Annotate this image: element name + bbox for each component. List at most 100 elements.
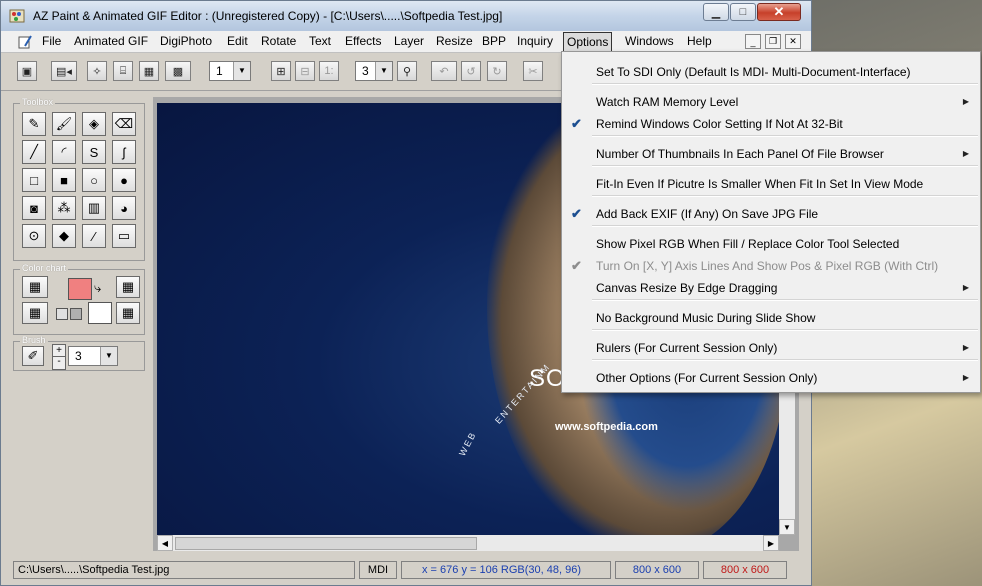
film-strip-icon[interactable]: ▩: [165, 61, 191, 81]
scroll-down-icon[interactable]: ▼: [779, 519, 795, 535]
mini-swatch-icon[interactable]: [70, 308, 82, 320]
brush-icon[interactable]: 🖌: [52, 112, 76, 136]
options-menu-item[interactable]: No Background Music During Slide Show: [563, 307, 979, 329]
filled-ellipse-icon[interactable]: ●: [112, 168, 136, 192]
menu-bpp[interactable]: BPP: [482, 34, 506, 48]
fill-bucket-icon[interactable]: ◈: [82, 112, 106, 136]
menu-text[interactable]: Text: [309, 34, 331, 48]
options-menu-item[interactable]: Fit-In Even If Picutre Is Smaller When F…: [563, 173, 979, 195]
menu-bar: File Animated GIF DigiPhoto Edit Rotate …: [1, 31, 811, 53]
tool-panel: Toolbox ✎ 🖌 ◈ ⌫ ╱ ◜ S ʃ □ ■ ○ ● ◙ ⁂ ▥ ◕ …: [1, 91, 153, 557]
palette-swatches-icon[interactable]: ▦: [22, 276, 48, 298]
status-canvas-size: 800 x 600: [703, 561, 787, 579]
view-mode-icon[interactable]: ▣: [17, 61, 37, 81]
brush-size-select[interactable]: 3 ▼: [68, 346, 118, 366]
title-bar[interactable]: AZ Paint & Animated GIF Editor : (Unregi…: [1, 1, 811, 31]
options-menu-item-label: Turn On [X, Y] Axis Lines And Show Pos &…: [596, 259, 939, 273]
status-coords: x = 676 y = 106 RGB(30, 48, 96): [401, 561, 611, 579]
browser-icon[interactable]: ▤◂: [51, 61, 77, 81]
options-menu-item[interactable]: Number Of Thumbnails In Each Panel Of Fi…: [563, 143, 979, 165]
menu-windows[interactable]: Windows: [625, 34, 674, 48]
options-menu-item[interactable]: Set To SDI Only (Default Is MDI- Multi-D…: [563, 61, 979, 83]
horizontal-scrollbar[interactable]: ◀ ▶: [157, 535, 779, 551]
options-menu-item[interactable]: Rulers (For Current Session Only) ▶: [563, 337, 979, 359]
options-menu-item[interactable]: Show Pixel RGB When Fill / Replace Color…: [563, 233, 979, 255]
menu-inquiry[interactable]: Inquiry: [517, 34, 553, 48]
document-brush-icon[interactable]: [17, 34, 33, 50]
menu-layer[interactable]: Layer: [394, 34, 424, 48]
rectangle-icon[interactable]: □: [22, 168, 46, 192]
options-menu-item[interactable]: ✔ Remind Windows Color Setting If Not At …: [563, 113, 979, 135]
close-button[interactable]: ✕: [757, 3, 801, 21]
curve-icon[interactable]: S: [82, 140, 106, 164]
magnifier-icon[interactable]: ⚲: [397, 61, 417, 81]
menu-file[interactable]: File: [42, 34, 61, 48]
undo-icon[interactable]: ↺: [461, 61, 481, 81]
submenu-arrow-icon: ▶: [962, 149, 969, 158]
ratio-button[interactable]: 1:: [319, 61, 339, 81]
menu-animated-gif[interactable]: Animated GIF: [74, 34, 148, 48]
arc-icon[interactable]: ◜: [52, 140, 76, 164]
undo-all-icon[interactable]: ↶: [431, 61, 457, 81]
zoom-select-value: 3: [362, 64, 369, 78]
text-tool-icon[interactable]: ▭: [112, 224, 136, 248]
options-menu-item[interactable]: ✔ Add Back EXIF (If Any) On Save JPG File: [563, 203, 979, 225]
scroll-left-icon[interactable]: ◀: [157, 535, 173, 551]
filled-rectangle-icon[interactable]: ■: [52, 168, 76, 192]
color-grid-2-icon[interactable]: ▦: [116, 302, 140, 324]
eyedropper-icon[interactable]: ⁄: [82, 224, 106, 248]
options-menu-item[interactable]: Canvas Resize By Edge Dragging ▶: [563, 277, 979, 299]
blur-icon[interactable]: ◕: [112, 196, 136, 220]
pencil-icon[interactable]: ✎: [22, 112, 46, 136]
secondary-color-swatch[interactable]: [88, 302, 112, 324]
brush-decrease-button[interactable]: -: [52, 356, 66, 370]
gradient-icon[interactable]: ◆: [52, 224, 76, 248]
swap-colors-icon[interactable]: ⤷: [94, 280, 101, 296]
menu-separator: [592, 329, 978, 331]
menu-effects[interactable]: Effects: [345, 34, 381, 48]
mdi-minimize-button[interactable]: _: [745, 34, 761, 49]
scroll-right-icon[interactable]: ▶: [763, 535, 779, 551]
frame-select[interactable]: 1 ▼: [209, 61, 251, 81]
checkmark-icon: ✔: [571, 258, 582, 273]
menu-edit[interactable]: Edit: [227, 34, 248, 48]
mdi-close-button[interactable]: ✕: [785, 34, 801, 49]
chevron-down-icon: ▼: [100, 347, 117, 365]
brush-preview-icon: ✐: [22, 346, 44, 366]
color-grid-icon[interactable]: ▦: [116, 276, 140, 298]
menu-digiphoto[interactable]: DigiPhoto: [160, 34, 212, 48]
image-web-text: WEB: [457, 429, 479, 458]
mdi-restore-button[interactable]: ❐: [765, 34, 781, 49]
redo-icon[interactable]: ↻: [487, 61, 507, 81]
freehand-curve-icon[interactable]: ʃ: [112, 140, 136, 164]
options-menu-item[interactable]: Watch RAM Memory Level ▶: [563, 91, 979, 113]
clone-icon[interactable]: ▥: [82, 196, 106, 220]
ellipse-icon[interactable]: ○: [82, 168, 106, 192]
maximize-button[interactable]: □: [730, 3, 756, 21]
actual-size-icon[interactable]: ⊟: [295, 61, 315, 81]
palette-swatches-2-icon[interactable]: ▦: [22, 302, 48, 324]
horizontal-scroll-thumb[interactable]: [175, 537, 477, 550]
lasso-icon[interactable]: ⊙: [22, 224, 46, 248]
primary-color-swatch[interactable]: [68, 278, 92, 300]
menu-help[interactable]: Help: [687, 34, 712, 48]
spray-icon[interactable]: ⁂: [52, 196, 76, 220]
menu-separator: [592, 195, 978, 197]
eraser-icon[interactable]: ⌫: [112, 112, 136, 136]
cut-icon[interactable]: ✂: [523, 61, 543, 81]
menu-options[interactable]: Options: [563, 32, 613, 52]
open-folder-icon[interactable]: ⌸: [113, 61, 133, 81]
brush-group: Brush ✐ + - 3 ▼: [13, 335, 145, 371]
zoom-fit-icon[interactable]: ⊞: [271, 61, 291, 81]
options-menu-item[interactable]: Other Options (For Current Session Only)…: [563, 367, 979, 389]
save-animation-icon[interactable]: ▦: [139, 61, 159, 81]
zoom-select[interactable]: 3 ▼: [355, 61, 393, 81]
line-icon[interactable]: ╱: [22, 140, 46, 164]
reset-colors-icon[interactable]: [56, 308, 68, 320]
menu-rotate[interactable]: Rotate: [261, 34, 296, 48]
minimize-button[interactable]: ▁: [703, 3, 729, 21]
new-file-icon[interactable]: ✧: [87, 61, 107, 81]
menu-resize[interactable]: Resize: [436, 34, 473, 48]
stamp-icon[interactable]: ◙: [22, 196, 46, 220]
checkmark-icon: ✔: [571, 116, 582, 131]
